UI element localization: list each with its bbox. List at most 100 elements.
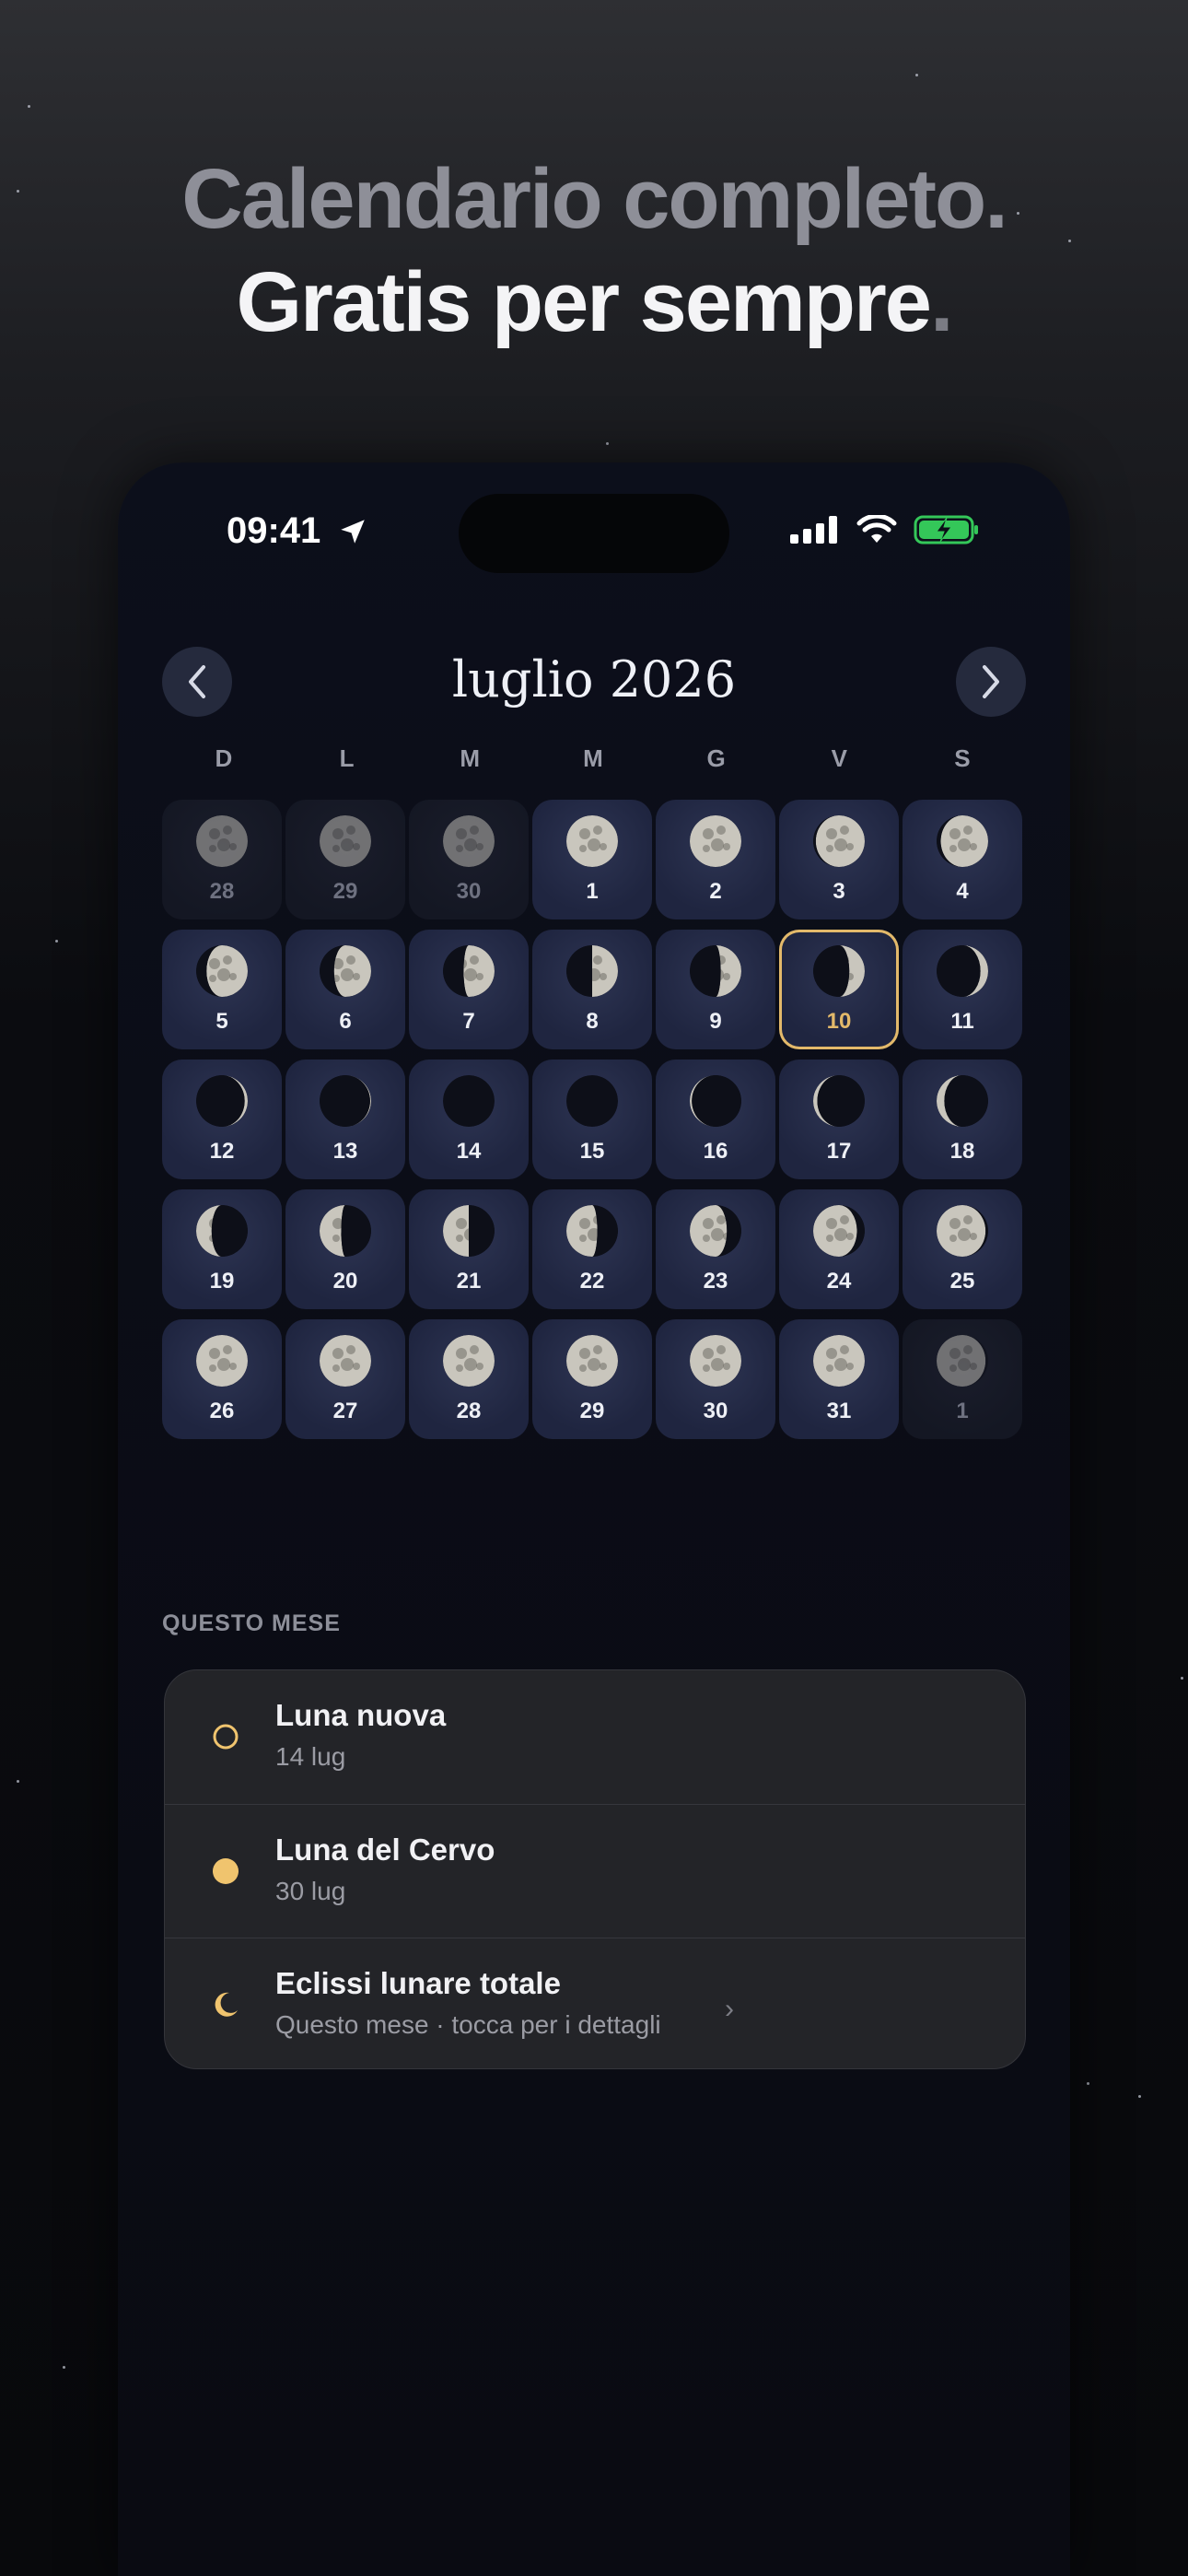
moon-phase-icon: [813, 1335, 865, 1387]
moon-phase-icon: [690, 1075, 741, 1127]
day-number: 16: [703, 1139, 728, 1164]
weekday-label: D: [215, 744, 233, 772]
moon-phase-icon: [690, 945, 741, 997]
day-number: 26: [209, 1399, 235, 1423]
next-month-button[interactable]: [956, 647, 1026, 717]
day-number: 7: [462, 1009, 475, 1034]
event-row-new-moon[interactable]: Luna nuova 14 lug: [165, 1670, 1025, 1804]
day-cell[interactable]: 4: [903, 800, 1022, 919]
moon-phase-icon: [813, 815, 865, 867]
day-cell[interactable]: 9: [656, 930, 775, 1049]
event-date: 30 lug: [275, 1877, 346, 1905]
day-cell[interactable]: 20: [285, 1189, 405, 1309]
event-date: 14 lug: [275, 1742, 346, 1771]
month-title: luglio 2026: [451, 650, 737, 708]
moon-phase-icon: [690, 1335, 741, 1387]
day-number: 19: [209, 1269, 235, 1294]
phone-screen: 09:41 luglio 2026 D L M M G V S 28 29 30…: [118, 463, 1070, 2576]
status-time: 09:41: [227, 510, 321, 551]
day-cell[interactable]: 15: [532, 1060, 652, 1179]
day-cell[interactable]: 7: [409, 930, 529, 1049]
day-cell[interactable]: 26: [162, 1319, 282, 1439]
day-cell[interactable]: 19: [162, 1189, 282, 1309]
weekday-label: V: [831, 744, 847, 772]
moon-phase-icon: [813, 945, 865, 997]
day-number: 9: [709, 1009, 722, 1034]
wifi-icon: [856, 515, 897, 543]
moon-phase-icon: [443, 945, 495, 997]
event-row-eclipse[interactable]: Eclissi lunare totale Questo mese · tocc…: [165, 1938, 1025, 2068]
moon-phase-icon: [813, 1205, 865, 1257]
event-title: Luna del Cervo: [275, 1832, 495, 1867]
day-cell[interactable]: 28: [162, 800, 282, 919]
day-number: 13: [332, 1139, 358, 1164]
location-arrow-icon: [341, 520, 365, 544]
day-cell[interactable]: 17: [779, 1060, 899, 1179]
day-cell[interactable]: 16: [656, 1060, 775, 1179]
day-number: 11: [950, 1009, 974, 1034]
day-number: 6: [339, 1009, 352, 1034]
headline-line-2: Gratis per sempre: [236, 255, 931, 349]
day-cell[interactable]: 5: [162, 930, 282, 1049]
moon-phase-icon: [320, 1335, 371, 1387]
event-title: Luna nuova: [275, 1698, 447, 1732]
chevron-right-icon: [983, 665, 999, 698]
day-cell[interactable]: 13: [285, 1060, 405, 1179]
day-number: 22: [579, 1269, 605, 1294]
day-cell[interactable]: 30: [656, 1319, 775, 1439]
day-cell[interactable]: 18: [903, 1060, 1022, 1179]
crescent-moon-icon: [215, 1992, 238, 2017]
day-cell[interactable]: 8: [532, 930, 652, 1049]
day-cell[interactable]: 28: [409, 1319, 529, 1439]
day-cell[interactable]: 21: [409, 1189, 529, 1309]
moon-phase-icon: [320, 1075, 371, 1127]
day-number: 28: [456, 1399, 482, 1423]
day-cell[interactable]: 12: [162, 1060, 282, 1179]
moon-phase-icon: [937, 815, 988, 867]
day-cell[interactable]: 25: [903, 1189, 1022, 1309]
weekday-label: M: [460, 744, 481, 772]
chevron-right-icon: ›: [725, 1994, 734, 2024]
weekday-label: L: [339, 744, 355, 772]
signal-icon: [790, 516, 837, 544]
day-cell[interactable]: 2: [656, 800, 775, 919]
dynamic-island: [459, 494, 729, 573]
day-number: 17: [826, 1139, 852, 1164]
moon-phase-icon: [566, 1205, 618, 1257]
day-number: 20: [332, 1269, 358, 1294]
day-cell[interactable]: 24: [779, 1189, 899, 1309]
day-number: 1: [956, 1399, 969, 1423]
day-number: 25: [949, 1269, 975, 1294]
weekday-header: D L M M G V S: [162, 744, 1024, 773]
event-row-full-moon[interactable]: Luna del Cervo 30 lug: [165, 1804, 1025, 1938]
day-cell[interactable]: 29: [285, 800, 405, 919]
headline-dot-2: .: [929, 255, 954, 349]
day-number: 4: [956, 879, 969, 904]
new-moon-ring-icon: [213, 1724, 239, 1750]
day-number: 27: [332, 1399, 358, 1423]
day-number: 28: [209, 879, 235, 904]
day-number: 5: [215, 1009, 228, 1034]
day-cell[interactable]: 31: [779, 1319, 899, 1439]
moon-phase-icon: [320, 1205, 371, 1257]
day-cell[interactable]: 11: [903, 930, 1022, 1049]
day-cell[interactable]: 14: [409, 1060, 529, 1179]
day-number: 1: [586, 879, 599, 904]
day-cell[interactable]: 27: [285, 1319, 405, 1439]
day-number: 15: [579, 1139, 605, 1164]
moon-phase-icon: [196, 1075, 248, 1127]
moon-phase-icon: [443, 815, 495, 867]
day-cell[interactable]: 1: [532, 800, 652, 919]
day-cell[interactable]: 22: [532, 1189, 652, 1309]
day-cell[interactable]: 10: [779, 930, 899, 1049]
day-cell[interactable]: 30: [409, 800, 529, 919]
day-cell[interactable]: 1: [903, 1319, 1022, 1439]
day-number: 21: [456, 1269, 482, 1294]
day-cell[interactable]: 3: [779, 800, 899, 919]
event-subtitle: Questo mese · tocca per i dettagli: [275, 2010, 661, 2039]
headline-dot-1: .: [984, 152, 1008, 246]
day-cell[interactable]: 6: [285, 930, 405, 1049]
day-cell[interactable]: 29: [532, 1319, 652, 1439]
day-number: 31: [826, 1399, 852, 1423]
day-cell[interactable]: 23: [656, 1189, 775, 1309]
